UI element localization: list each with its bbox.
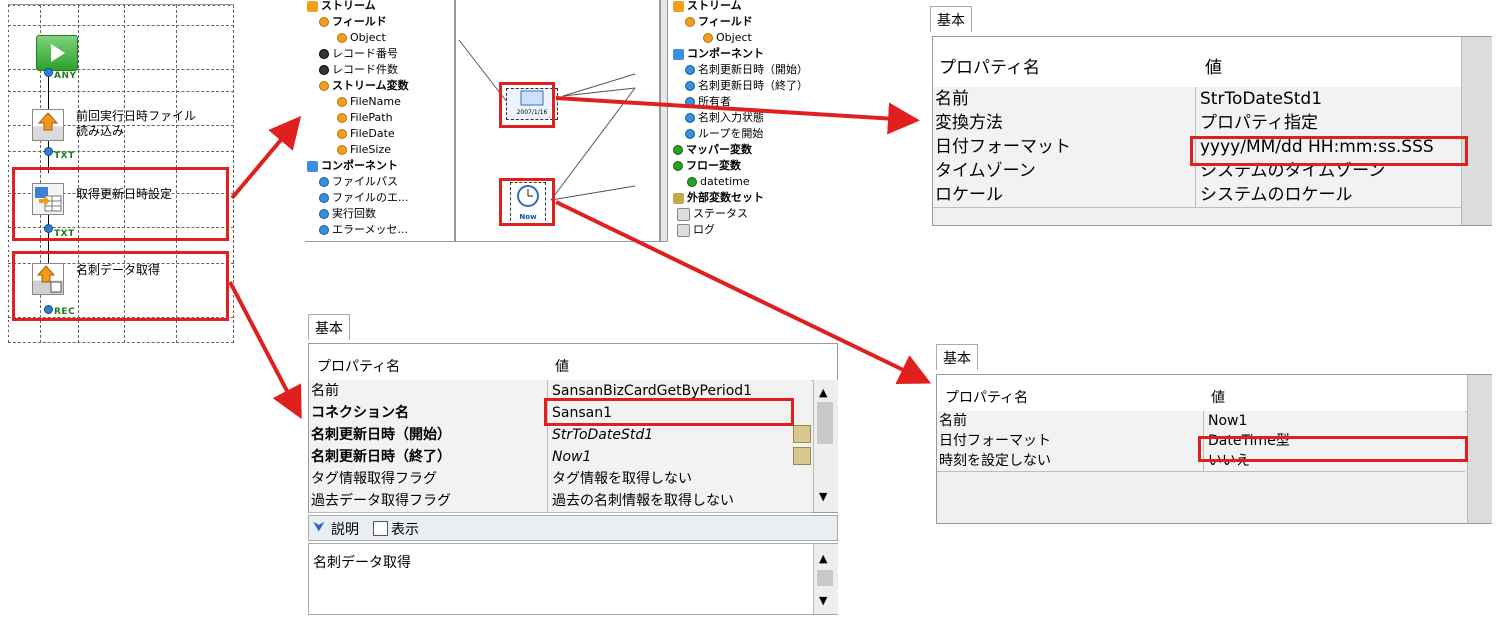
arrow-to-now	[555, 200, 932, 384]
arrow-to-strtodate	[555, 96, 920, 135]
arrow-to-mapper	[230, 115, 302, 200]
arrow-to-sansan	[228, 281, 302, 420]
annotation-arrows	[228, 96, 932, 420]
